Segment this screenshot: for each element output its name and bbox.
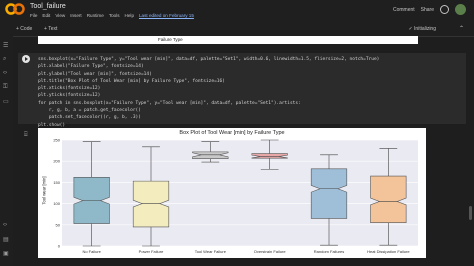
- menu-bar: File Edit View Insert Runtime Tools Help…: [30, 13, 194, 18]
- x-tick-label: Random Failures: [314, 249, 344, 254]
- run-cell-button[interactable]: [22, 55, 30, 63]
- menu-insert[interactable]: Insert: [70, 13, 82, 18]
- code-icon[interactable]: ‹›: [3, 70, 7, 76]
- menu-file[interactable]: File: [30, 13, 37, 18]
- scrollbar[interactable]: [469, 206, 472, 220]
- menu-icon[interactable]: ☰: [3, 42, 8, 49]
- code-cell[interactable]: sns.boxplot(x="Failure Type", y="Tool we…: [18, 53, 466, 128]
- x-tick-label: Heat Dissipation Failure: [367, 249, 410, 254]
- menu-edit[interactable]: Edit: [42, 13, 50, 18]
- y-tick-label: 150: [53, 180, 60, 185]
- settings-gear-icon[interactable]: [440, 5, 449, 14]
- previous-output: Failure Type: [38, 36, 418, 44]
- menu-runtime[interactable]: Runtime: [87, 13, 104, 18]
- plot-area: [62, 140, 418, 246]
- y-tick-label: 250: [53, 138, 60, 143]
- box: [370, 175, 407, 223]
- colab-logo-icon: [5, 3, 25, 15]
- menu-view[interactable]: View: [55, 13, 65, 18]
- previous-output-label: Failure Type: [158, 37, 183, 42]
- y-tick-label: 100: [53, 201, 60, 206]
- share-button[interactable]: Share: [421, 7, 434, 13]
- y-tick-label: 0: [58, 244, 61, 249]
- box: [251, 153, 288, 159]
- last-edited-link[interactable]: Last edited on February 15: [139, 13, 194, 18]
- code-editor[interactable]: sns.boxplot(x="Failure Type", y="Tool we…: [38, 56, 379, 129]
- chevron-up-icon[interactable]: ⌃: [459, 25, 464, 32]
- y-tick-label: 200: [53, 159, 60, 164]
- x-tick-label: No Failure: [82, 249, 101, 254]
- avatar[interactable]: [455, 4, 466, 15]
- runtime-status[interactable]: ✓ Initializing: [408, 26, 436, 32]
- y-tick-label: 50: [56, 222, 61, 227]
- top-bar: Tool_failure File Edit View Insert Runti…: [0, 0, 474, 22]
- cell-output: Box Plot of Tool Wear [min] by Failure T…: [38, 128, 426, 258]
- code-snippets-icon[interactable]: ‹›: [3, 222, 7, 228]
- terminal-icon[interactable]: ▤: [3, 236, 9, 243]
- key-icon[interactable]: ⚿: [3, 84, 8, 91]
- x-tick-label: Tool Wear Failure: [195, 249, 227, 254]
- toolbar: + Code + Text ✓ Initializing ⌃: [0, 22, 474, 37]
- add-code-button[interactable]: + Code: [16, 26, 32, 32]
- box: [310, 168, 348, 219]
- x-tick-label: Power Failure: [139, 249, 164, 254]
- search-icon[interactable]: ⌕: [3, 56, 6, 63]
- box-plot-chart: 0 50 100 150 200 250 No Failure Power Failure To…: [53, 138, 418, 254]
- menu-tools[interactable]: Tools: [109, 13, 120, 18]
- folder-icon[interactable]: ▭: [3, 98, 9, 105]
- terminal-prompt-icon[interactable]: ▣: [3, 250, 9, 257]
- menu-help[interactable]: Help: [125, 13, 134, 18]
- left-rail: ☰ ⌕ ‹› ⚿ ▭ ‹› ▤ ▣: [0, 36, 13, 266]
- comment-button[interactable]: Comment: [393, 7, 415, 13]
- notebook-title[interactable]: Tool_failure: [30, 3, 66, 10]
- x-tick-label: Overstrain Failure: [254, 249, 287, 254]
- add-text-button[interactable]: + Text: [44, 26, 57, 32]
- output-toggle-icon[interactable]: ⌸: [24, 132, 28, 139]
